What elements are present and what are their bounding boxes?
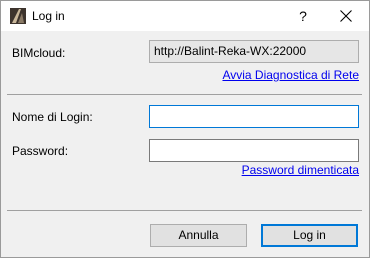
password-label: Password: xyxy=(12,144,69,158)
server-label: BIMcloud: xyxy=(12,46,66,60)
archicad-icon xyxy=(10,8,26,24)
window-title: Log in xyxy=(32,9,65,23)
close-icon xyxy=(340,10,352,22)
forgot-password-link[interactable]: Password dimenticata xyxy=(201,163,359,177)
help-button[interactable]: ? xyxy=(283,1,323,31)
server-url-field: http://Balint-Reka-WX:22000 xyxy=(149,40,359,63)
username-input[interactable] xyxy=(149,105,359,128)
divider-top xyxy=(7,94,362,95)
cancel-button[interactable]: Annulla xyxy=(150,224,247,247)
divider-bottom xyxy=(7,210,362,211)
username-label: Nome di Login: xyxy=(12,110,93,124)
login-button[interactable]: Log in xyxy=(261,224,358,247)
network-diagnostics-link[interactable]: Avvia Diagnostica di Rete xyxy=(201,68,359,82)
title-bar[interactable]: Log in ? xyxy=(1,1,369,31)
close-button[interactable] xyxy=(323,1,369,31)
login-dialog: Log in ? BIMcloud: http://Balint-Reka-WX… xyxy=(0,0,370,258)
password-input[interactable] xyxy=(149,139,359,162)
